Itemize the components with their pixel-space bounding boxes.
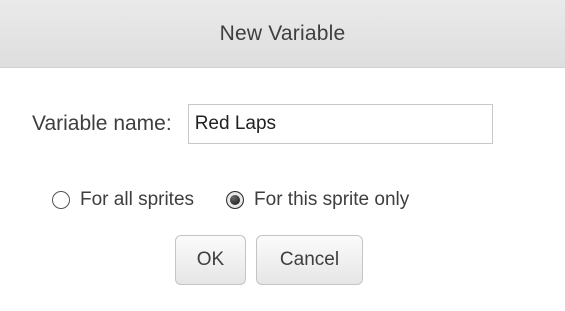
dialog-title: New Variable [219, 21, 346, 45]
dialog-title-bar[interactable]: New Variable [0, 0, 565, 68]
scope-radio-group: For all sprites For this sprite only [52, 186, 409, 214]
radio-label-for-all-sprites: For all sprites [80, 189, 195, 210]
variable-name-row: Variable name: [32, 104, 493, 144]
variable-name-label: Variable name: [32, 112, 172, 135]
ok-button[interactable]: OK [175, 235, 246, 285]
new-variable-dialog: New Variable Variable name: For all spri… [0, 0, 565, 311]
radio-for-all-sprites[interactable]: For all sprites [52, 189, 194, 211]
radio-for-this-sprite-only[interactable]: For this sprite only [226, 189, 409, 211]
cancel-button[interactable]: Cancel [256, 235, 363, 285]
radio-unchecked-icon[interactable] [52, 191, 70, 209]
radio-checked-icon[interactable] [226, 191, 245, 209]
radio-label-for-this-sprite-only: For this sprite only [254, 189, 410, 210]
variable-name-input[interactable] [187, 104, 493, 144]
dialog-buttons: OK Cancel [175, 235, 363, 285]
